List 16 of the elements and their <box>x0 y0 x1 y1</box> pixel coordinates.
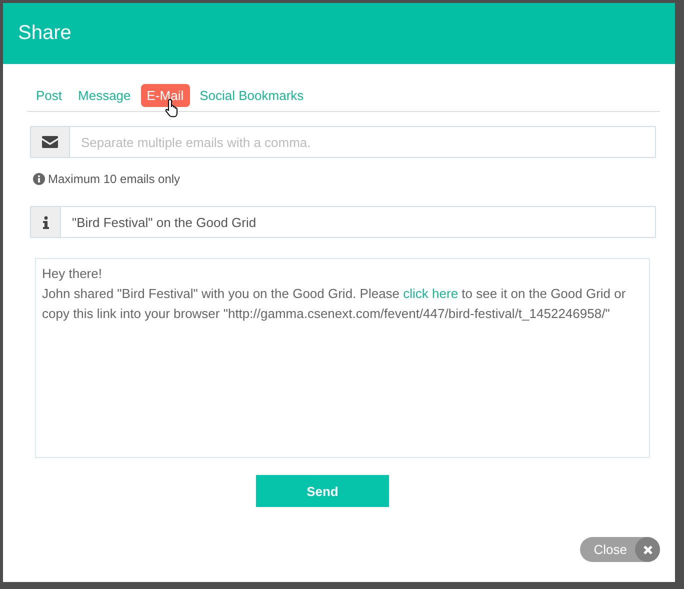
info-icon <box>33 173 45 185</box>
close-icon <box>642 544 652 554</box>
email-limit-note: Maximum 10 emails only <box>48 172 180 186</box>
send-button[interactable]: Send <box>256 475 389 507</box>
info-icon <box>31 207 61 237</box>
tab[interactable]: Post <box>30 84 68 107</box>
message-textarea[interactable] <box>35 258 650 458</box>
tab[interactable]: Message <box>72 84 137 107</box>
close-button[interactable]: Close <box>580 537 660 562</box>
envelope-icon <box>31 127 70 157</box>
tab[interactable]: E-Mail <box>140 84 190 107</box>
message-text: John shared "Bird Festival" with you on the Good Grid. Please click here to see it on the Good Grid or copy this link into your browser "http://gamma.csenext.com/fevent/447/bird-festival/t_1452246958/" <box>42 285 627 323</box>
message-greeting: Hey there! <box>42 265 103 283</box>
click-here-link[interactable]: click here <box>403 286 458 301</box>
tab[interactable]: Social Bookmarks <box>194 84 310 107</box>
dialog-title: Share <box>18 22 72 45</box>
